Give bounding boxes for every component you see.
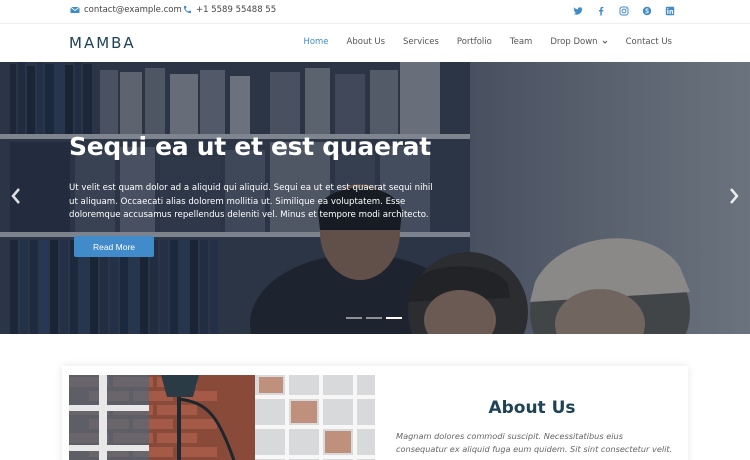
contact-email[interactable]: contact@example.com	[70, 5, 182, 15]
phone-icon	[183, 6, 191, 14]
site-logo[interactable]: MAMBA	[69, 34, 136, 52]
nav-portfolio[interactable]: Portfolio	[457, 37, 492, 47]
about-image-graphic	[69, 375, 375, 460]
twitter-icon[interactable]	[573, 6, 583, 16]
chevron-down-icon	[602, 40, 607, 44]
site-header: MAMBA Home About Us Services Portfolio T…	[0, 24, 750, 62]
email-text: contact@example.com	[84, 5, 182, 15]
read-more-button[interactable]: Read More	[74, 236, 154, 257]
about-card: About Us Magnam dolores commodi suscipit…	[62, 366, 688, 460]
carousel-indicator-3[interactable]	[386, 317, 402, 319]
nav-about-us[interactable]: About Us	[347, 37, 385, 47]
hero-carousel: Sequi ea ut et est quaerat Ut velit est …	[0, 62, 750, 334]
about-description: Magnam dolores commodi suscipit. Necessi…	[396, 431, 673, 454]
carousel-indicators	[346, 317, 402, 319]
phone-text: +1 5589 55488 55	[196, 5, 277, 15]
hero-title: Sequi ea ut et est quaerat	[69, 132, 431, 161]
carousel-indicator-1[interactable]	[346, 317, 362, 319]
chevron-left-icon[interactable]	[9, 186, 23, 206]
facebook-icon[interactable]	[596, 6, 606, 16]
hero-description: Ut velit est quam dolor ad a aliquid qui…	[69, 183, 433, 220]
about-section: About Us Magnam dolores commodi suscipit…	[0, 334, 750, 460]
envelope-icon	[70, 6, 80, 13]
nav-team[interactable]: Team	[510, 37, 532, 47]
social-links	[573, 6, 675, 16]
skype-icon[interactable]	[642, 6, 652, 16]
nav-services[interactable]: Services	[403, 37, 439, 47]
nav-contact-us[interactable]: Contact Us	[626, 37, 672, 47]
main-nav: Home About Us Services Portfolio Team Dr…	[285, 37, 672, 47]
linkedin-icon[interactable]	[665, 6, 675, 16]
about-title: About Us	[488, 398, 576, 418]
nav-drop-down[interactable]: Drop Down	[550, 37, 607, 47]
chevron-right-icon[interactable]	[727, 186, 741, 206]
contact-phone[interactable]: +1 5589 55488 55	[182, 5, 276, 15]
nav-home[interactable]: Home	[303, 37, 328, 47]
instagram-icon[interactable]	[619, 6, 629, 16]
carousel-indicator-2[interactable]	[366, 317, 382, 319]
topbar: contact@example.com +1 5589 55488 55	[0, 0, 750, 24]
nav-drop-down-label: Drop Down	[550, 37, 598, 47]
about-image	[69, 375, 375, 460]
